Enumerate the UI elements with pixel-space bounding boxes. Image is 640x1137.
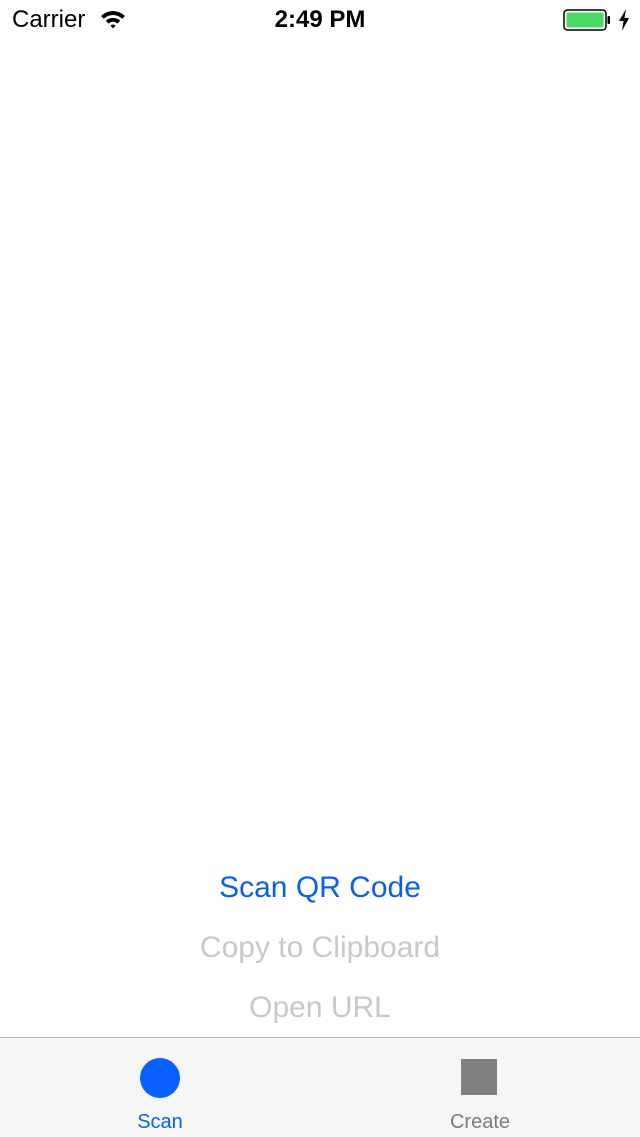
tab-create[interactable]: Create	[320, 1038, 640, 1137]
copy-to-clipboard-button[interactable]: Copy to Clipboard	[0, 928, 640, 968]
square-icon	[461, 1059, 497, 1095]
status-bar: Carrier 2:49 PM	[0, 0, 640, 40]
open-url-button[interactable]: Open URL	[0, 988, 640, 1028]
tab-bar: Scan Create	[0, 1037, 640, 1137]
tab-create-label: Create	[449, 1111, 511, 1133]
charging-bolt-icon	[619, 9, 629, 31]
scan-qr-code-button[interactable]: Scan QR Code	[0, 868, 640, 908]
tab-scan-label: Scan	[137, 1111, 183, 1133]
circle-icon	[140, 1058, 180, 1098]
battery-icon	[563, 9, 610, 31]
status-time: 2:49 PM	[274, 6, 366, 33]
tab-scan[interactable]: Scan	[0, 1038, 320, 1137]
